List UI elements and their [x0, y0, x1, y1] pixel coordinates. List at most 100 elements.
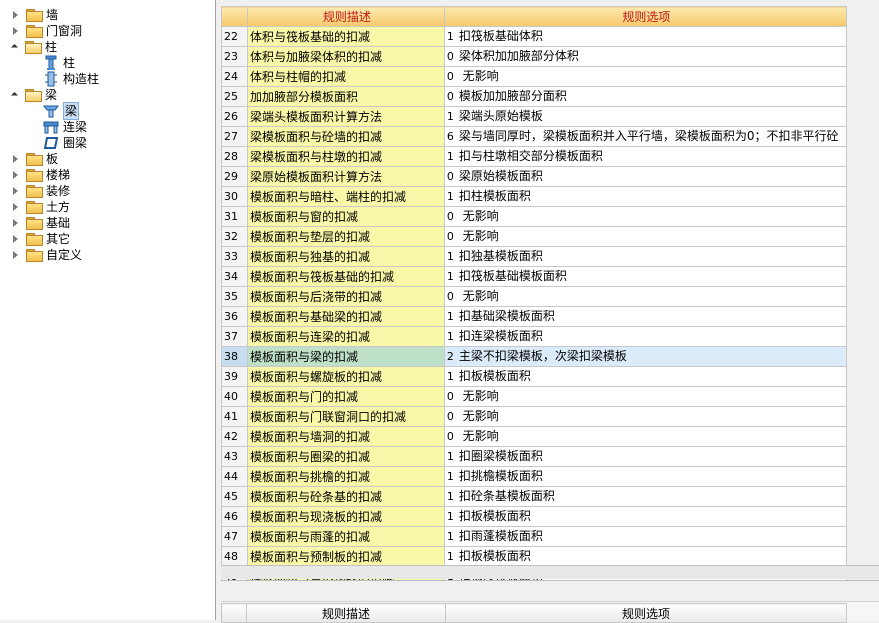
rule-description: 模板面积与梁的扣减	[247, 346, 445, 367]
rule-option-cell[interactable]: 6 梁与墙同厚时，梁模板面积并入平行墙，梁模板面积为0；不扣非平行砼	[443, 126, 848, 147]
rule-option-cell[interactable]: 0 无影响	[443, 286, 848, 307]
rule-option-cell[interactable]: 0 无影响	[443, 386, 848, 407]
rule-row[interactable]: 30 模板面积与暗柱、端柱的扣减 1 扣柱模板面积	[221, 186, 848, 207]
tree-node[interactable]: 墙	[10, 7, 58, 23]
rule-option-cell[interactable]: 1 扣筏板基础体积	[443, 26, 848, 47]
rule-option-cell[interactable]: 1 扣独基模板面积	[443, 246, 848, 267]
rule-option-cell[interactable]: 0 无影响	[443, 426, 848, 447]
rule-option-cell[interactable]: 0 梁原始模板面积	[443, 166, 848, 187]
rule-option-cell[interactable]: 1 扣雨蓬模板面积	[443, 526, 848, 547]
rule-option-cell[interactable]: 1 扣板模板面积	[443, 506, 848, 527]
rule-option-text: 无影响	[458, 409, 499, 423]
rule-option-cell[interactable]: 1 扣板模板面积	[443, 546, 848, 567]
rule-row[interactable]: 40 模板面积与门的扣减 0 无影响	[221, 386, 848, 407]
tree-child-node[interactable]: 柱	[43, 55, 75, 71]
rule-row[interactable]: 46 模板面积与现浇板的扣减 1 扣板模板面积	[221, 506, 848, 527]
rule-option-cell[interactable]: 0 无影响	[443, 66, 848, 87]
rule-option-text: 梁与墙同厚时，梁模板面积并入平行墙，梁模板面积为0；不扣非平行砼	[458, 129, 839, 143]
tree-node[interactable]: 土方	[10, 199, 70, 215]
collapsed-arrow-icon[interactable]	[13, 187, 18, 195]
rule-option-cell[interactable]: 2 主梁不扣梁模板，次梁扣梁模板	[443, 346, 848, 367]
tree-child-node[interactable]: 连梁	[43, 119, 87, 135]
grid-header-desc[interactable]: 规则描述	[247, 6, 445, 27]
rule-option-cell[interactable]: 1 扣柱模板面积	[443, 186, 848, 207]
rule-option-cell[interactable]: 1 扣基础梁模板面积	[443, 306, 848, 327]
rule-option-cell[interactable]: 1 梁端头原始模板	[443, 106, 848, 127]
rule-row[interactable]: 47 模板面积与雨蓬的扣减 1 扣雨蓬模板面积	[221, 526, 848, 547]
rule-option-cell[interactable]: 0 无影响	[443, 406, 848, 427]
rule-row[interactable]: 38 模板面积与梁的扣减 2 主梁不扣梁模板，次梁扣梁模板	[221, 346, 848, 367]
tree-node[interactable]: 门窗洞	[10, 23, 82, 39]
rule-row[interactable]: 37 模板面积与连梁的扣减 1 扣连梁模板面积	[221, 326, 848, 347]
rule-row[interactable]: 28 梁模板面积与柱墩的扣减 1 扣与柱墩相交部分模板面积	[221, 146, 848, 167]
tree-child-node[interactable]: 梁	[43, 102, 80, 120]
rule-option-code: 1	[446, 190, 454, 203]
rule-option-cell[interactable]: 0 梁体积加加腋部分体积	[443, 46, 848, 67]
rule-row[interactable]: 27 梁模板面积与砼墙的扣减 6 梁与墙同厚时，梁模板面积并入平行墙，梁模板面积为0；…	[221, 126, 848, 147]
collapsed-arrow-icon[interactable]	[13, 27, 18, 35]
rule-option-cell[interactable]: 1 扣筏板基础模板面积	[443, 266, 848, 287]
rule-option-cell[interactable]: 0 无影响	[443, 226, 848, 247]
tree-node[interactable]: 梁	[10, 87, 57, 103]
rule-option-code: 1	[446, 270, 454, 283]
rule-option-cell[interactable]: 1 扣与柱墩相交部分模板面积	[443, 146, 848, 167]
rule-option-text: 梁体积加加腋部分体积	[458, 49, 579, 63]
collapsed-arrow-icon[interactable]	[13, 11, 18, 19]
rule-option-cell[interactable]: 1 扣挑檐模板面积	[443, 466, 848, 487]
rule-row[interactable]: 25 加加腋部分模板面积 0 模板加加腋部分面积	[221, 86, 848, 107]
rule-row[interactable]: 33 模板面积与独基的扣减 1 扣独基模板面积	[221, 246, 848, 267]
rule-row[interactable]: 43 模板面积与圈梁的扣减 1 扣圈梁模板面积	[221, 446, 848, 467]
rule-row[interactable]: 45 模板面积与砼条基的扣减 1 扣砼条基模板面积	[221, 486, 848, 507]
rule-row[interactable]: 31 模板面积与窗的扣减 0 无影响	[221, 206, 848, 227]
tree-node[interactable]: 基础	[10, 215, 70, 231]
rule-description: 模板面积与筏板基础的扣减	[247, 266, 445, 287]
tree-child-label: 构造柱	[63, 72, 100, 86]
rule-option-cell[interactable]: 1 扣板模板面积	[443, 366, 848, 387]
collapsed-arrow-icon[interactable]	[13, 219, 18, 227]
rule-row[interactable]: 23 体积与加腋梁体积的扣减 0 梁体积加加腋部分体积	[221, 46, 848, 67]
tree-node[interactable]: 柱	[10, 39, 57, 55]
row-index: 45	[221, 486, 248, 507]
tree-node[interactable]: 装修	[10, 183, 70, 199]
rule-option-cell[interactable]: 1 扣连梁模板面积	[443, 326, 848, 347]
tree-node[interactable]: 其它	[10, 231, 70, 247]
rule-option-cell[interactable]: 1 扣砼条基模板面积	[443, 486, 848, 507]
folder-icon	[26, 25, 43, 38]
collapsed-arrow-icon[interactable]	[13, 171, 18, 179]
rule-row[interactable]: 22 体积与筏板基础的扣减 1 扣筏板基础体积	[221, 26, 848, 47]
expanded-arrow-icon[interactable]	[10, 91, 19, 99]
collapsed-arrow-icon[interactable]	[13, 251, 18, 259]
rule-row[interactable]: 32 模板面积与垫层的扣减 0 无影响	[221, 226, 848, 247]
collapsed-arrow-icon[interactable]	[13, 203, 18, 211]
rule-row[interactable]: 48 模板面积与预制板的扣减 1 扣板模板面积	[221, 546, 848, 567]
grid-header-options[interactable]: 规则选项	[443, 6, 848, 27]
rule-row[interactable]: 34 模板面积与筏板基础的扣减 1 扣筏板基础模板面积	[221, 266, 848, 287]
rule-row[interactable]: 42 模板面积与墙洞的扣减 0 无影响	[221, 426, 848, 447]
rule-row[interactable]: 29 梁原始模板面积计算方法 0 梁原始模板面积	[221, 166, 848, 187]
row-index: 42	[221, 426, 248, 447]
rule-row[interactable]: 39 模板面积与螺旋板的扣减 1 扣板模板面积	[221, 366, 848, 387]
rule-row[interactable]: 35 模板面积与后浇带的扣减 0 无影响	[221, 286, 848, 307]
row-index: 48	[221, 546, 248, 567]
rules-table: 规则描述 规则选项 22 体积与筏板基础的扣减 1 扣筏板基础体积 23 体积与加腋梁体积…	[221, 6, 848, 587]
tree-child-node[interactable]: 构造柱	[43, 71, 99, 87]
row-index: 23	[221, 46, 248, 67]
rule-row[interactable]: 24 体积与柱帽的扣减 0 无影响	[221, 66, 848, 87]
tree-node-label: 其它	[46, 232, 71, 246]
tree-node[interactable]: 自定义	[10, 247, 82, 263]
collapsed-arrow-icon[interactable]	[13, 155, 18, 163]
row-index: 46	[221, 506, 248, 527]
tree-child-node[interactable]: 圈梁	[43, 135, 87, 151]
expanded-arrow-icon[interactable]	[10, 43, 19, 51]
rule-row[interactable]: 26 梁端头模板面积计算方法 1 梁端头原始模板	[221, 106, 848, 127]
rule-option-cell[interactable]: 0 无影响	[443, 206, 848, 227]
rule-option-cell[interactable]: 1 扣圈梁模板面积	[443, 446, 848, 467]
rule-row[interactable]: 36 模板面积与基础梁的扣减 1 扣基础梁模板面积	[221, 306, 848, 327]
horizontal-scrollbar[interactable]	[221, 565, 879, 579]
rule-row[interactable]: 44 模板面积与挑檐的扣减 1 扣挑檐模板面积	[221, 466, 848, 487]
rule-option-cell[interactable]: 0 模板加加腋部分面积	[443, 86, 848, 107]
tree-node[interactable]: 楼梯	[10, 167, 70, 183]
rule-row[interactable]: 41 模板面积与门联窗洞口的扣减 0 无影响	[221, 406, 848, 427]
collapsed-arrow-icon[interactable]	[13, 235, 18, 243]
tree-node[interactable]: 板	[10, 151, 58, 167]
